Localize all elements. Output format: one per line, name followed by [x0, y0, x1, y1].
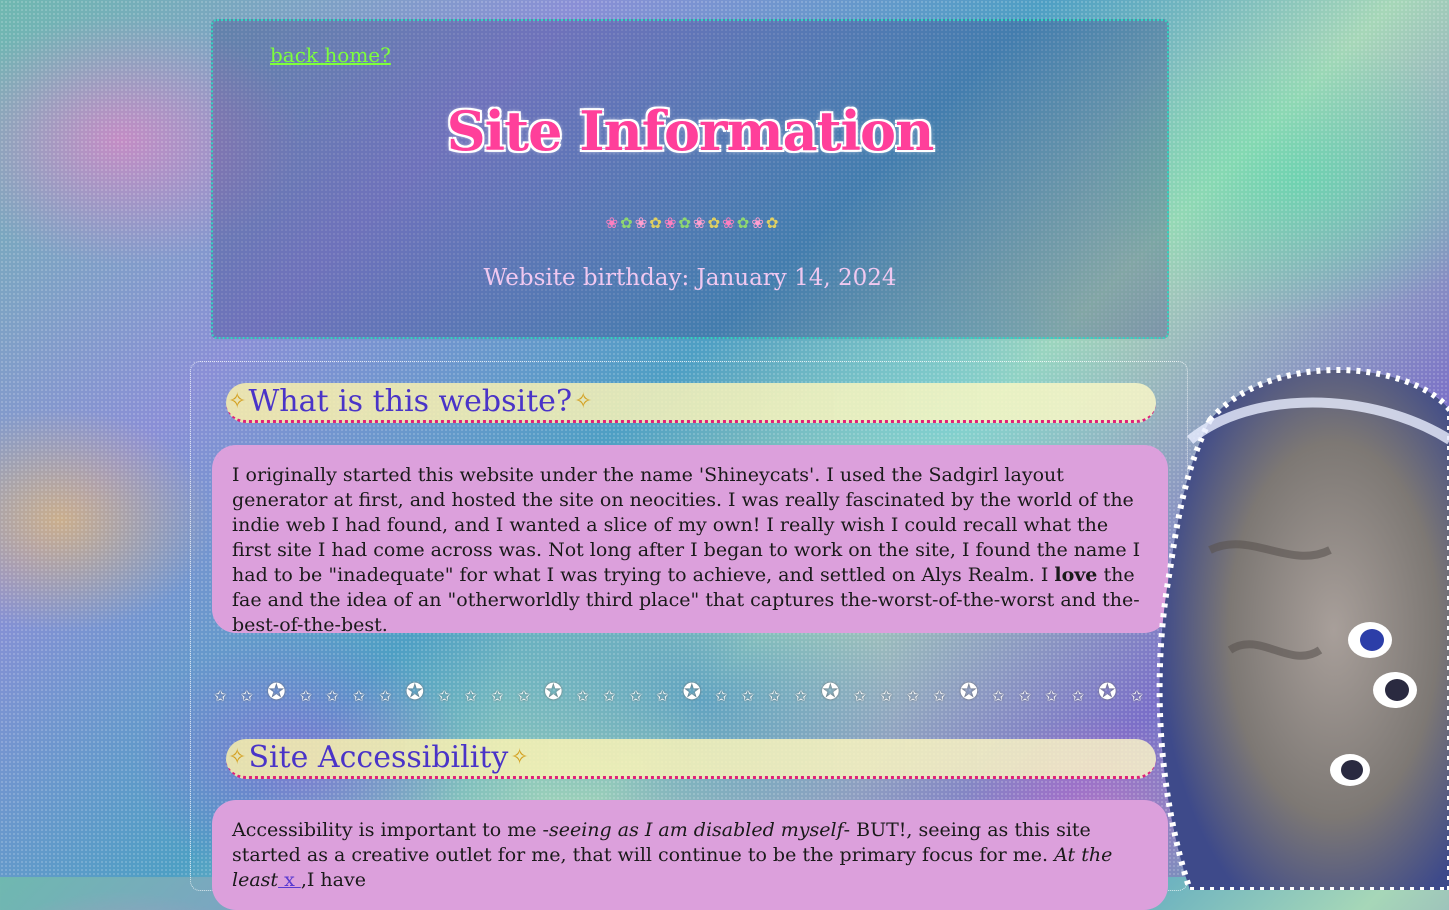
star-icon: ✩ — [629, 687, 643, 705]
flower-icon: ✿ — [620, 214, 633, 232]
star-icon: ✩ — [576, 687, 590, 705]
star-icon: ✩ — [379, 687, 392, 705]
about-text-box: I originally started this website under … — [212, 445, 1168, 636]
flower-icon: ❀ — [605, 214, 619, 232]
star-icon: ✪ — [821, 680, 840, 705]
star-icon: ✩ — [741, 687, 755, 705]
sparkle-icon: ✧ — [228, 389, 247, 414]
flower-icon: ❀ — [663, 214, 677, 232]
star-icon: ✪ — [682, 680, 702, 705]
star-icon: ✩ — [240, 687, 254, 705]
sparkle-icon: ✧ — [228, 745, 247, 770]
section-heading-text: What is this website? — [248, 384, 573, 419]
flower-icon: ✿ — [678, 214, 691, 232]
star-icon: ✩ — [906, 687, 920, 705]
star-icon: ✩ — [992, 687, 1005, 705]
star-icon: ✩ — [1071, 687, 1085, 705]
page-title: Site Information — [446, 99, 935, 163]
star-icon: ✪ — [1098, 680, 1117, 705]
sparkle-icon: ✧ — [510, 745, 529, 770]
star-icon: ✩ — [352, 687, 366, 705]
star-icon: ✩ — [656, 687, 669, 705]
star-icon: ✩ — [464, 687, 478, 705]
section-heading-accessibility: ✧ Site Accessibility ✧ — [226, 739, 1156, 779]
sparkle-icon: ✧ — [574, 389, 593, 414]
star-icon: ✪ — [959, 680, 979, 705]
emphasis-text: seeing as I am disabled myself — [548, 819, 844, 841]
inline-link[interactable]: x — [278, 869, 301, 891]
accessibility-text: Accessibility is important to me - — [232, 819, 549, 841]
flower-icon: ✿ — [649, 214, 662, 232]
accessibility-text-end: ,I have — [300, 869, 366, 891]
star-icon: ✩ — [1018, 687, 1032, 705]
star-icon: ✩ — [933, 687, 946, 705]
header-panel: back home? Site Information ❀ ✿ ❀ ✿ ❀ ✿ … — [211, 19, 1169, 339]
about-text: I originally started this website under … — [232, 464, 1141, 586]
star-icon: ✩ — [1130, 687, 1144, 705]
accessibility-text-box: Accessibility is important to me -seeing… — [212, 800, 1168, 910]
back-home-link[interactable]: back home? — [270, 43, 391, 67]
flower-icon: ❀ — [722, 214, 735, 232]
star-icon: ✩ — [880, 687, 893, 705]
flower-icon: ✿ — [707, 214, 721, 232]
star-icon: ✩ — [491, 687, 504, 705]
emphasis-text: love — [1054, 564, 1098, 586]
star-icon: ✩ — [437, 687, 451, 705]
flower-icon: ❀ — [693, 214, 706, 232]
star-icon: ✩ — [325, 687, 339, 705]
star-icon: ✩ — [853, 687, 867, 705]
star-divider: ✩ ✩ ✪ ✩ ✩ ✩ ✩ ✪ ✩ ✩ ✩ ✩ ✪ ✩ ✩ ✩ ✩ ✪ ✩ ✩ … — [214, 674, 1170, 704]
star-icon: ✩ — [794, 687, 808, 705]
star-icon: ✩ — [299, 687, 313, 705]
flower-divider: ❀ ✿ ❀ ✿ ❀ ✿ ❀ ✿ ❀ ✿ ❀ ✿ — [579, 211, 805, 235]
star-icon: ✪ — [544, 680, 563, 705]
star-icon: ✪ — [267, 680, 286, 705]
star-icon: ✩ — [214, 687, 227, 705]
section-heading-text: Site Accessibility — [248, 740, 509, 775]
page: back home? Site Information ❀ ✿ ❀ ✿ ❀ ✿ … — [0, 0, 1449, 910]
flower-icon: ❀ — [751, 214, 764, 232]
flower-icon: ✿ — [736, 214, 750, 232]
flower-icon: ❀ — [634, 214, 648, 232]
star-icon: ✩ — [1045, 687, 1058, 705]
star-icon: ✩ — [768, 687, 781, 705]
flower-icon: ✿ — [765, 214, 779, 232]
star-icon: ✩ — [715, 687, 728, 705]
site-birthday: Website birthday: January 14, 2024 — [483, 265, 897, 291]
star-icon: ✩ — [517, 687, 531, 705]
jellyfish-decoration — [1156, 367, 1449, 890]
star-icon: ✪ — [405, 680, 425, 705]
star-icon: ✩ — [603, 687, 616, 705]
section-heading-about: ✧ What is this website? ✧ — [226, 383, 1156, 423]
